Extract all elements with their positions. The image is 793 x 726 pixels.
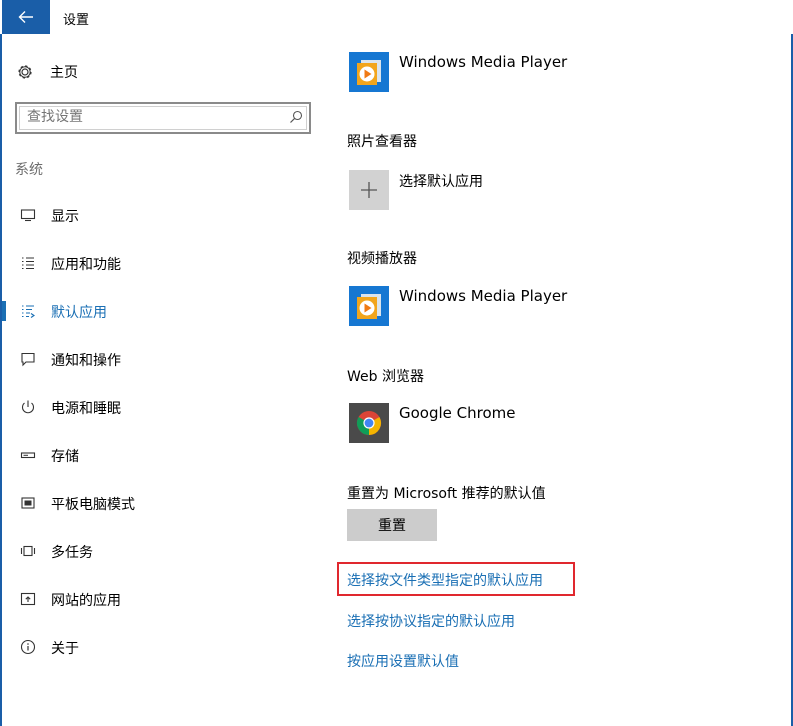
video-player-app-button[interactable]: Windows Media Player <box>347 286 747 330</box>
power-icon <box>20 399 36 415</box>
sidebar-item-label: 应用和功能 <box>51 257 121 273</box>
sidebar-item-label: 关于 <box>51 641 79 657</box>
link-defaults-by-app[interactable]: 按应用设置默认值 <box>347 651 459 671</box>
back-arrow-icon <box>18 11 33 23</box>
sidebar-item-label: 存储 <box>51 449 79 465</box>
sidebar-item-tablet-mode[interactable]: 平板电脑模式 <box>2 485 320 521</box>
sidebar-item-display[interactable]: 显示 <box>2 197 320 233</box>
video-player-app-name: Windows Media Player <box>399 287 568 305</box>
notification-icon <box>20 351 36 367</box>
sidebar-item-default-apps[interactable]: 默认应用 <box>2 293 320 329</box>
web-browser-app-name: Google Chrome <box>399 404 516 422</box>
web-browser-heading: Web 浏览器 <box>347 369 424 385</box>
photo-viewer-app-button[interactable]: 选择默认应用 <box>347 170 747 214</box>
music-player-app-button[interactable]: Windows Media Player <box>347 52 747 96</box>
sidebar-item-power[interactable]: 电源和睡眠 <box>2 389 320 425</box>
chrome-icon <box>349 403 389 443</box>
link-defaults-by-file-type[interactable]: 选择按文件类型指定的默认应用 <box>347 570 543 590</box>
reset-heading: 重置为 Microsoft 推荐的默认值 <box>347 486 546 502</box>
title-bar: 设置 <box>0 0 793 34</box>
gear-icon <box>18 65 32 79</box>
windows-media-player-icon <box>349 52 389 92</box>
default-apps-icon <box>20 303 36 319</box>
music-player-app-name: Windows Media Player <box>399 53 568 71</box>
tablet-mode-icon <box>20 495 36 511</box>
photo-viewer-heading: 照片查看器 <box>347 134 417 150</box>
nav-home-label: 主页 <box>50 65 78 81</box>
sidebar-item-apps[interactable]: 应用和功能 <box>2 245 320 281</box>
plus-icon <box>349 170 389 210</box>
search-icon[interactable] <box>289 110 303 124</box>
sidebar-item-label: 网站的应用 <box>51 593 121 609</box>
sidebar-item-label: 平板电脑模式 <box>51 497 135 513</box>
sidebar-item-label: 电源和睡眠 <box>51 401 121 417</box>
video-player-heading: 视频播放器 <box>347 251 417 267</box>
sidebar-item-notifications[interactable]: 通知和操作 <box>2 341 320 377</box>
sidebar-item-label: 通知和操作 <box>51 353 121 369</box>
search-field[interactable] <box>15 102 311 134</box>
web-apps-icon <box>20 591 36 607</box>
windows-media-player-icon <box>349 286 389 326</box>
reset-button[interactable]: 重置 <box>347 509 437 541</box>
sidebar-item-web-apps[interactable]: 网站的应用 <box>2 581 320 617</box>
link-defaults-by-protocol[interactable]: 选择按协议指定的默认应用 <box>347 611 515 631</box>
active-indicator <box>2 301 6 321</box>
search-input[interactable] <box>27 109 277 125</box>
window-title: 设置 <box>63 13 90 28</box>
nav-home[interactable]: 主页 <box>16 58 78 86</box>
sidebar-item-label: 默认应用 <box>51 305 107 321</box>
section-label: 系统 <box>15 162 43 178</box>
sidebar-item-about[interactable]: 关于 <box>2 629 320 665</box>
info-icon <box>20 639 36 655</box>
back-button[interactable] <box>2 0 50 34</box>
sidebar-item-label: 显示 <box>51 209 79 225</box>
storage-icon <box>20 447 36 463</box>
multitask-icon <box>20 543 36 559</box>
sidebar-item-label: 多任务 <box>51 545 93 561</box>
sidebar-item-multitasking[interactable]: 多任务 <box>2 533 320 569</box>
photo-viewer-app-name: 选择默认应用 <box>399 174 483 190</box>
apps-list-icon <box>20 255 36 271</box>
display-icon <box>20 207 36 223</box>
sidebar-item-storage[interactable]: 存储 <box>2 437 320 473</box>
web-browser-app-button[interactable]: Google Chrome <box>347 403 747 447</box>
